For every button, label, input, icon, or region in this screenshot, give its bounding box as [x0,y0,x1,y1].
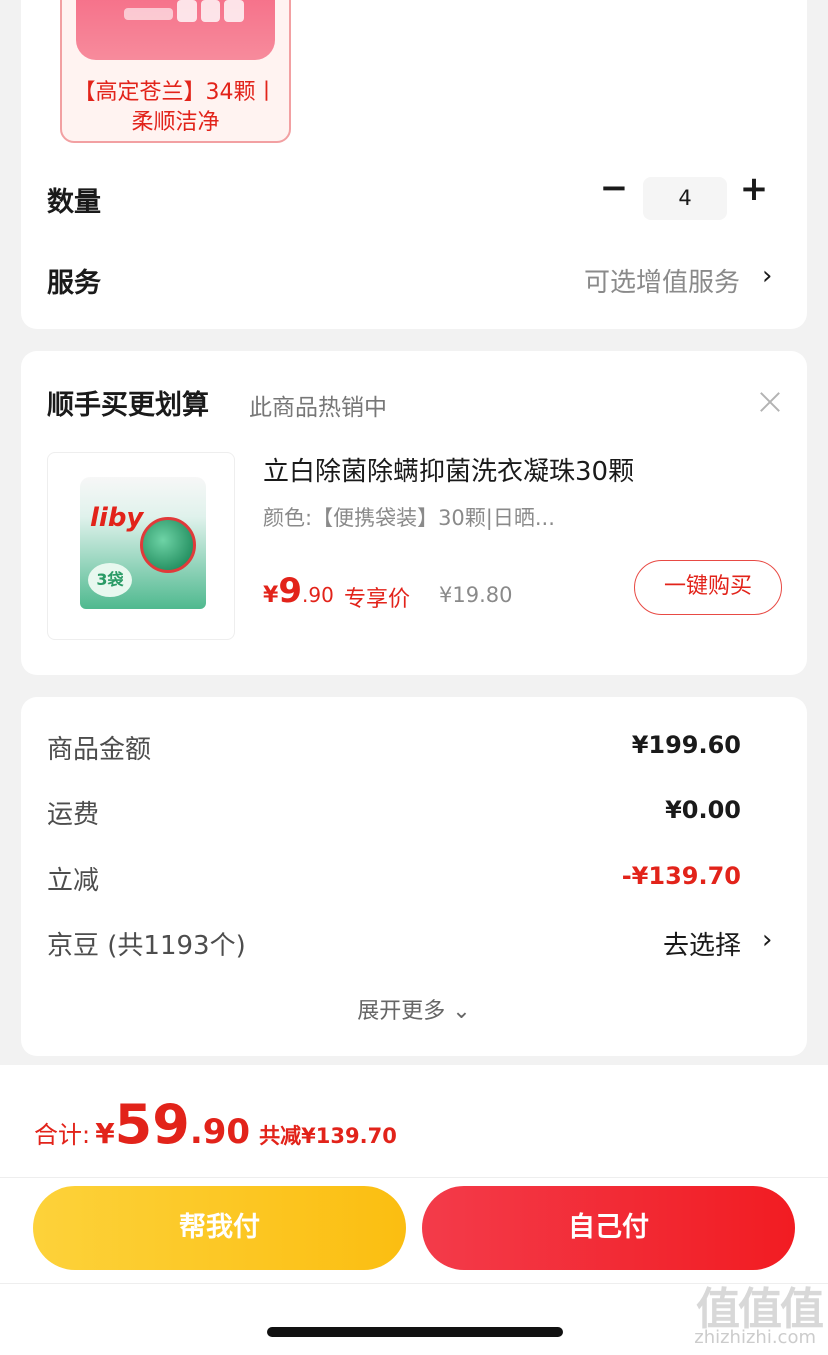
original-price: ¥19.80 [439,583,513,607]
watermark-url: zhizhizhi.com [694,1327,816,1348]
goods-amount-label: 商品金额 [47,735,152,765]
total-saved: 共减¥139.70 [259,1124,397,1148]
pod-graphic [140,517,196,573]
upsell-title: 顺手买更划算 [47,390,209,421]
service-label: 服务 [47,268,101,299]
service-selector[interactable]: 可选增值服务 [584,262,740,299]
price-decimal: .90 [301,583,334,607]
expand-more-toggle[interactable]: 展开更多 ⌄ [21,993,807,1025]
upsell-product-name[interactable]: 立白除菌除螨抑菌洗衣凝珠30颗 [263,451,634,488]
service-chevron-icon[interactable]: › [762,261,772,291]
help-me-pay-button[interactable]: 帮我付 [33,1186,406,1270]
goods-amount-value: ¥199.60 [631,731,741,759]
order-total: 合计: ¥59.90 共减¥139.70 [34,1093,397,1156]
upsell-subtitle: 此商品热销中 [249,395,387,421]
upsell-product-spec: 颜色:【便携袋装】30颗|日晒... [263,506,555,530]
variant-label: 【高定苍兰】34颗丨柔顺洁净 [73,80,278,135]
divider [0,1177,828,1178]
quantity-decrease-button[interactable]: − [599,171,629,205]
price-summary-card: 商品金额 ¥199.60 运费 ¥0.00 立减 -¥139.70 京豆 (共1… [21,697,807,1056]
total-decimal: .90 [189,1112,251,1152]
quantity-increase-button[interactable]: + [738,172,770,206]
upsell-product-image[interactable]: liby 3袋 [47,452,235,640]
one-click-buy-button[interactable]: 一键购买 [634,560,782,615]
jingdou-label: 京豆 (共1193个) [47,931,246,961]
upsell-price: ¥9.90 [263,571,334,611]
price-integer: 9 [278,571,302,611]
brand-logo: liby [90,503,144,533]
discount-value: -¥139.70 [621,862,741,890]
exclusive-price-tag: 专享价 [344,587,411,612]
quantity-input[interactable]: 4 [643,177,727,220]
jingdou-select[interactable]: 去选择 [663,925,741,962]
order-options-card: 【高定苍兰】34颗丨柔顺洁净 数量 − 4 + 服务 可选增值服务 › [21,0,807,329]
shipping-value: ¥0.00 [665,796,741,824]
close-icon[interactable] [759,391,781,413]
upsell-card: 顺手买更划算 此商品热销中 liby 3袋 立白除菌除螨抑菌洗衣凝珠30颗 颜色… [21,351,807,675]
price-symbol: ¥ [263,583,279,608]
variant-product-image [76,0,275,60]
jingdou-chevron-icon[interactable]: › [762,925,772,955]
shipping-label: 运费 [47,800,100,830]
pay-myself-button[interactable]: 自己付 [422,1186,795,1270]
checkout-bar: 合计: ¥59.90 共减¥139.70 帮我付 自己付 值值值 zhizhiz… [0,1065,828,1355]
selected-variant-card[interactable]: 【高定苍兰】34颗丨柔顺洁净 [60,0,291,143]
quantity-label: 数量 [47,187,101,218]
pack-badge: 3袋 [88,563,132,597]
discount-label: 立减 [47,866,100,896]
home-indicator[interactable] [267,1327,563,1337]
total-symbol: ¥ [95,1117,115,1150]
total-integer: 59 [114,1093,190,1156]
product-pouch-graphic: liby 3袋 [80,477,206,609]
total-label: 合计: [34,1121,91,1149]
